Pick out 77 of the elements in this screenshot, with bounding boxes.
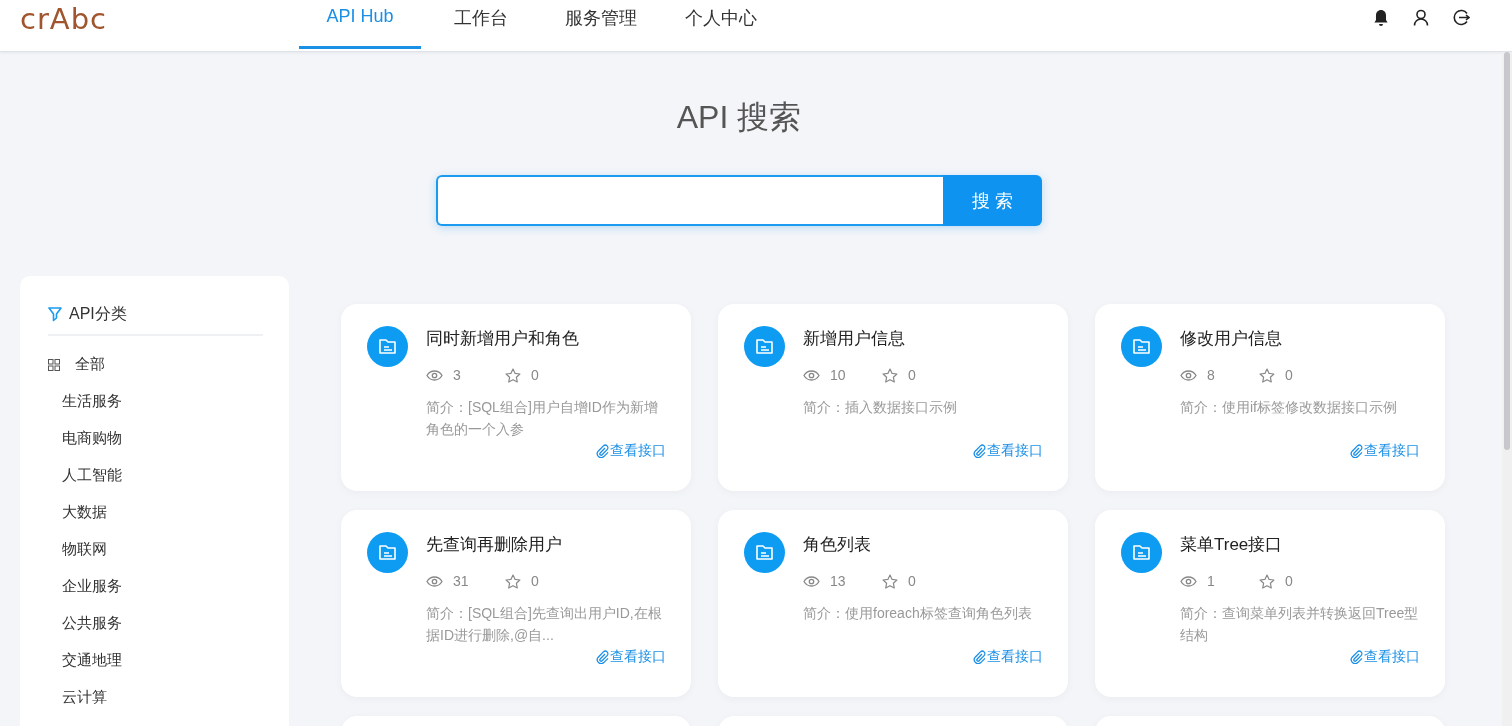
star-icon	[882, 573, 898, 589]
paperclip-icon	[973, 650, 986, 664]
page-title: API 搜索	[676, 98, 802, 137]
star-count: 0	[531, 367, 540, 383]
logout-icon[interactable]	[1453, 9, 1470, 26]
card-description: 简介：查询菜单列表并转换返回Tree型结构	[1180, 604, 1420, 645]
paperclip-icon	[596, 650, 609, 664]
eye-icon	[803, 575, 820, 587]
filter-icon	[48, 307, 62, 322]
card-description: 简介：[SQL组合]先查询出用户ID,在根据ID进行删除,@自...	[426, 604, 663, 645]
card-title: 角色列表	[803, 534, 872, 556]
view-count: 1	[1207, 573, 1216, 589]
category-item[interactable]: 物联网	[62, 540, 107, 559]
folder-icon	[367, 532, 408, 573]
eye-icon	[1180, 369, 1197, 381]
card-title: 新增用户信息	[803, 328, 906, 350]
category-item[interactable]: 公共服务	[62, 614, 122, 633]
category-item[interactable]: 全部	[75, 355, 105, 374]
card-description: 简介：[SQL组合]用户自增ID作为新增角色的一个入参	[426, 398, 659, 439]
card-description: 简介：使用foreach标签查询角色列表	[803, 604, 1033, 623]
paperclip-icon	[1350, 650, 1363, 664]
card-description: 简介：使用if标签修改数据接口示例	[1180, 398, 1398, 417]
paperclip-icon	[596, 444, 609, 458]
card-title: 先查询再删除用户	[426, 534, 563, 556]
star-count: 0	[531, 573, 540, 589]
card-title: 修改用户信息	[1180, 328, 1283, 350]
star-count: 0	[908, 367, 917, 383]
star-count: 0	[1285, 573, 1294, 589]
view-api-link[interactable]: 查看接口	[973, 442, 1043, 460]
category-item[interactable]: 云计算	[62, 688, 107, 707]
folder-icon	[744, 532, 785, 573]
star-icon	[882, 367, 898, 383]
view-count: 10	[830, 367, 847, 383]
nav-tab[interactable]: 工作台	[421, 0, 541, 49]
bell-icon[interactable]	[1373, 8, 1389, 27]
view-count: 13	[830, 573, 847, 589]
card-title: 菜单Tree接口	[1180, 534, 1284, 556]
nav-tab[interactable]: 服务管理	[541, 0, 661, 49]
folder-icon	[367, 326, 408, 367]
star-icon	[1259, 573, 1275, 589]
paperclip-icon	[1350, 444, 1363, 458]
logo[interactable]: crAbc	[20, 0, 299, 37]
category-item[interactable]: 人工智能	[62, 466, 122, 485]
eye-icon	[803, 369, 820, 381]
card-description: 简介：插入数据接口示例	[803, 398, 958, 417]
category-item[interactable]: 大数据	[62, 503, 107, 522]
folder-icon	[1121, 532, 1162, 573]
view-api-link[interactable]: 查看接口	[596, 442, 666, 460]
eye-icon	[426, 575, 443, 587]
category-item[interactable]: 交通地理	[62, 651, 122, 670]
category-item[interactable]: 企业服务	[62, 577, 122, 596]
panel-title: API分类	[69, 304, 127, 324]
folder-icon	[1121, 326, 1162, 367]
category-item[interactable]: 电商购物	[62, 429, 122, 448]
view-api-link[interactable]: 查看接口	[973, 648, 1043, 666]
search-field[interactable]	[436, 175, 943, 226]
view-count: 3	[453, 367, 462, 383]
folder-icon	[744, 326, 785, 367]
view-api-link[interactable]: 查看接口	[1350, 442, 1420, 460]
user-icon[interactable]	[1413, 9, 1429, 26]
nav-tab[interactable]: 个人中心	[661, 0, 781, 49]
view-count: 8	[1207, 367, 1216, 383]
scrollbar[interactable]	[1502, 52, 1512, 726]
star-count: 0	[908, 573, 917, 589]
grid-icon	[48, 358, 60, 371]
star-icon	[505, 367, 521, 383]
view-api-link[interactable]: 查看接口	[596, 648, 666, 666]
category-item[interactable]: 生活服务	[62, 392, 122, 411]
card-title: 同时新增用户和角色	[426, 328, 580, 350]
paperclip-icon	[973, 444, 986, 458]
star-icon	[1259, 367, 1275, 383]
star-count: 0	[1285, 367, 1294, 383]
view-api-link[interactable]: 查看接口	[1350, 648, 1420, 666]
eye-icon	[1180, 575, 1197, 587]
star-icon	[505, 573, 521, 589]
eye-icon	[426, 369, 443, 381]
view-count: 31	[453, 573, 470, 589]
